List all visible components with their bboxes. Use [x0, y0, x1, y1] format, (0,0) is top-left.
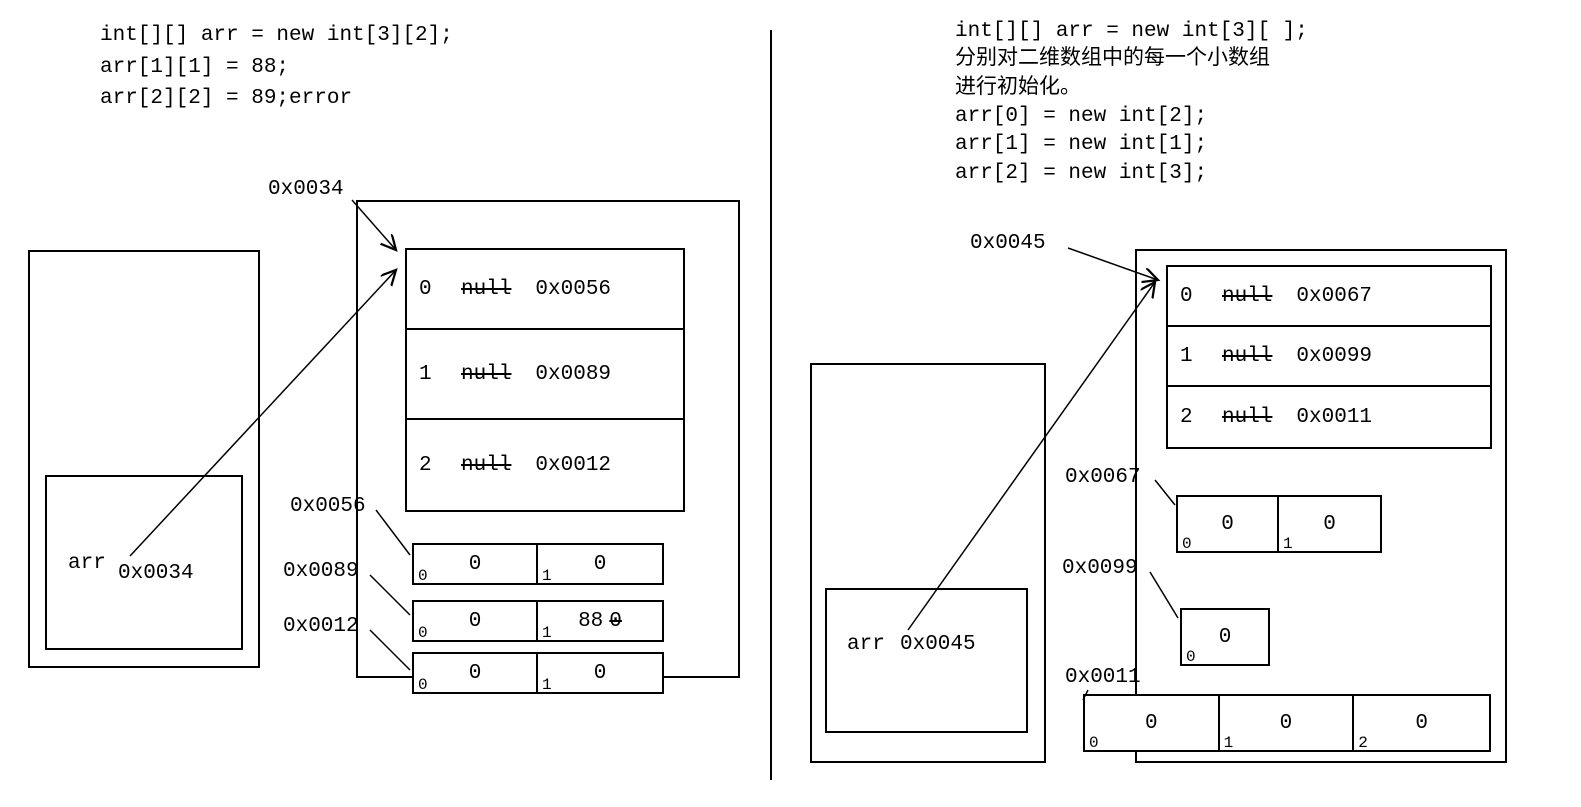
left-inner-row-1: 00 88 0 1	[412, 600, 664, 642]
left-inner-row-0: 00 01	[412, 543, 664, 585]
left-outer-row-2: 2 null 0x0012	[407, 420, 683, 510]
left-addr-main: 0x0034	[268, 178, 344, 201]
right-outer-array: 0 null 0x0067 1 null 0x0099 2 null 0x001…	[1166, 265, 1492, 449]
right-inner-row-0: 00 01	[1176, 495, 1382, 553]
right-outer-row-1: 1 null 0x0099	[1168, 327, 1490, 387]
right-stack-inner	[825, 588, 1028, 733]
vertical-divider	[770, 30, 772, 780]
right-inner-label-2: 0x0011	[1065, 666, 1141, 689]
left-inner-label-1: 0x0089	[283, 560, 359, 583]
left-stack-var: arr	[68, 552, 106, 575]
right-addr-main: 0x0045	[970, 232, 1046, 255]
left-inner-label-0: 0x0056	[290, 495, 366, 518]
right-stack-var: arr	[847, 633, 885, 656]
right-inner-label-0: 0x0067	[1065, 466, 1141, 489]
right-outer-row-2: 2 null 0x0011	[1168, 387, 1490, 447]
right-inner-row-2: 00 01 02	[1083, 694, 1491, 752]
left-code: int[][] arr = new int[3][2]; arr[1][1] =…	[100, 20, 453, 115]
right-inner-row-1: 00	[1180, 608, 1270, 666]
left-inner-row-2: 00 01	[412, 652, 664, 694]
left-stack-val: 0x0034	[118, 562, 194, 585]
left-inner-label-2: 0x0012	[283, 615, 359, 638]
left-outer-array: 0 null 0x0056 1 null 0x0089 2 null 0x001…	[405, 248, 685, 512]
right-inner-label-1: 0x0099	[1062, 557, 1138, 580]
right-code: int[][] arr = new int[3][ ]; 分别对二维数组中的每一…	[955, 18, 1308, 188]
right-outer-row-0: 0 null 0x0067	[1168, 267, 1490, 327]
left-outer-row-1: 1 null 0x0089	[407, 330, 683, 420]
right-stack-val: 0x0045	[900, 633, 976, 656]
left-outer-row-0: 0 null 0x0056	[407, 250, 683, 330]
